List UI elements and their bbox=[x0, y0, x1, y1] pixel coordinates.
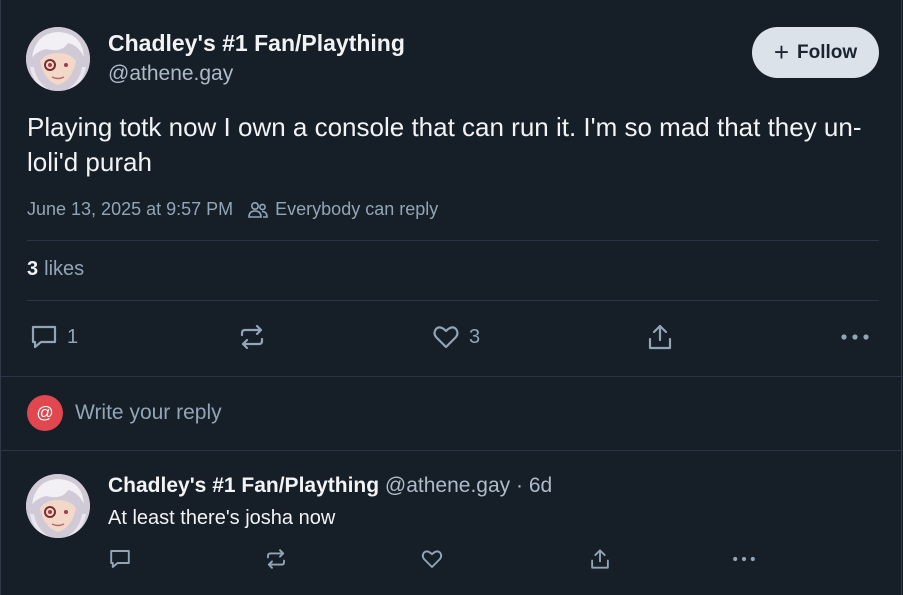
likes-count: 3 bbox=[27, 258, 39, 280]
author-handle[interactable]: @athene.gay bbox=[108, 62, 233, 86]
share-button[interactable] bbox=[646, 322, 674, 352]
reply-setting[interactable]: Everybody can reply bbox=[275, 199, 438, 220]
reply-like-button[interactable] bbox=[420, 547, 444, 571]
reply-repost-button[interactable] bbox=[264, 547, 288, 571]
likes-stat[interactable]: 3 likes bbox=[27, 258, 84, 281]
reply-author-avatar[interactable] bbox=[26, 474, 90, 538]
reply-placeholder: Write your reply bbox=[75, 401, 222, 424]
comment-icon bbox=[110, 550, 130, 568]
divider bbox=[1, 376, 903, 377]
author-avatar[interactable] bbox=[26, 27, 90, 91]
post-meta: June 13, 2025 at 9:57 PM Everybody can r… bbox=[27, 199, 438, 220]
repost-icon bbox=[240, 324, 264, 350]
plus-icon: + bbox=[773, 36, 790, 67]
comment-icon bbox=[31, 325, 57, 349]
avatar-image bbox=[26, 474, 90, 538]
share-icon bbox=[591, 549, 609, 569]
more-icon bbox=[841, 334, 869, 340]
more-icon bbox=[733, 556, 755, 562]
heart-icon bbox=[421, 550, 443, 568]
reply-share-button[interactable] bbox=[589, 547, 611, 571]
post-timestamp[interactable]: June 13, 2025 at 9:57 PM bbox=[27, 199, 233, 220]
divider bbox=[27, 240, 879, 241]
reply-author-name[interactable]: Chadley's #1 Fan/Plaything bbox=[108, 474, 379, 497]
divider bbox=[27, 300, 879, 301]
reply-reply-button[interactable] bbox=[108, 547, 132, 571]
like-button[interactable]: 3 bbox=[431, 322, 480, 352]
like-count: 3 bbox=[469, 325, 481, 348]
reply-author-handle[interactable]: @athene.gay bbox=[385, 474, 510, 497]
avatar-image bbox=[26, 27, 90, 91]
divider bbox=[1, 450, 903, 451]
reply-composer[interactable]: @ Write your reply bbox=[27, 395, 222, 431]
reply-header: Chadley's #1 Fan/Plaything @athene.gay ·… bbox=[108, 474, 552, 498]
reply-age[interactable]: 6d bbox=[529, 474, 552, 497]
thread-frame: Chadley's #1 Fan/Plaything @athene.gay +… bbox=[0, 0, 903, 595]
likes-label: likes bbox=[44, 258, 85, 280]
reply-text: At least there's josha now bbox=[108, 507, 336, 529]
follow-label: Follow bbox=[797, 41, 858, 63]
separator: · bbox=[516, 474, 524, 497]
people-icon bbox=[247, 201, 269, 219]
repost-icon bbox=[267, 549, 285, 569]
post-text: Playing totk now I own a console that ca… bbox=[27, 112, 862, 177]
author-name[interactable]: Chadley's #1 Fan/Plaything bbox=[108, 30, 405, 57]
at-icon: @ bbox=[27, 395, 63, 431]
reply-button[interactable]: 1 bbox=[29, 322, 78, 352]
reply-count: 1 bbox=[67, 325, 79, 348]
follow-button[interactable]: + Follow bbox=[752, 27, 879, 78]
more-options-button[interactable] bbox=[839, 322, 871, 352]
reply-more-options-button[interactable] bbox=[731, 547, 757, 571]
heart-icon bbox=[433, 326, 459, 349]
share-icon bbox=[648, 324, 672, 350]
repost-button[interactable] bbox=[237, 322, 267, 352]
